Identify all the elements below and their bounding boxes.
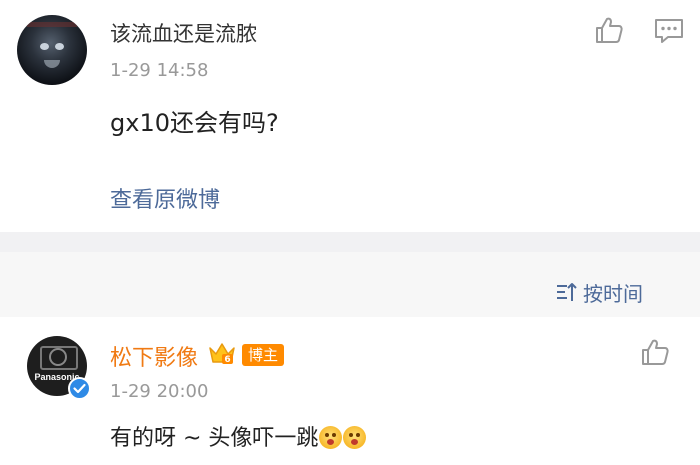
avatar-eye [40, 43, 49, 50]
author-username[interactable]: 松下影像 [110, 340, 198, 372]
user-avatar[interactable] [17, 15, 87, 85]
username[interactable]: 该流血还是流脓 [110, 18, 257, 48]
crown-icon: 6 [209, 343, 235, 365]
avatar-eye [55, 43, 64, 50]
comment-icon[interactable] [654, 17, 684, 45]
surprised-emoji [319, 426, 343, 449]
svg-text:6: 6 [224, 355, 230, 365]
lens-icon [49, 348, 67, 366]
avatar-mouth [44, 60, 60, 68]
comment-text: gx10还会有吗? [110, 109, 279, 137]
sort-icon[interactable] [556, 281, 578, 303]
reply-text: 有的呀 ~ 头像吓一跳 [110, 420, 367, 452]
section-divider [0, 232, 700, 252]
reply-text-content: 有的呀 ~ 头像吓一跳 [110, 426, 319, 451]
comment-time: 1-29 14:58 [110, 60, 209, 81]
avatar-band [27, 22, 77, 27]
verified-icon [68, 377, 91, 400]
surprised-emoji [343, 426, 367, 449]
sort-by-time-button[interactable]: 按时间 [583, 278, 643, 307]
reply-time: 1-29 20:00 [110, 381, 209, 402]
author-badge: 博主 [242, 344, 285, 366]
thumbs-up-icon[interactable] [640, 337, 670, 367]
view-original-link[interactable]: 查看原微博 [110, 182, 220, 214]
thumbs-up-icon[interactable] [594, 15, 624, 45]
